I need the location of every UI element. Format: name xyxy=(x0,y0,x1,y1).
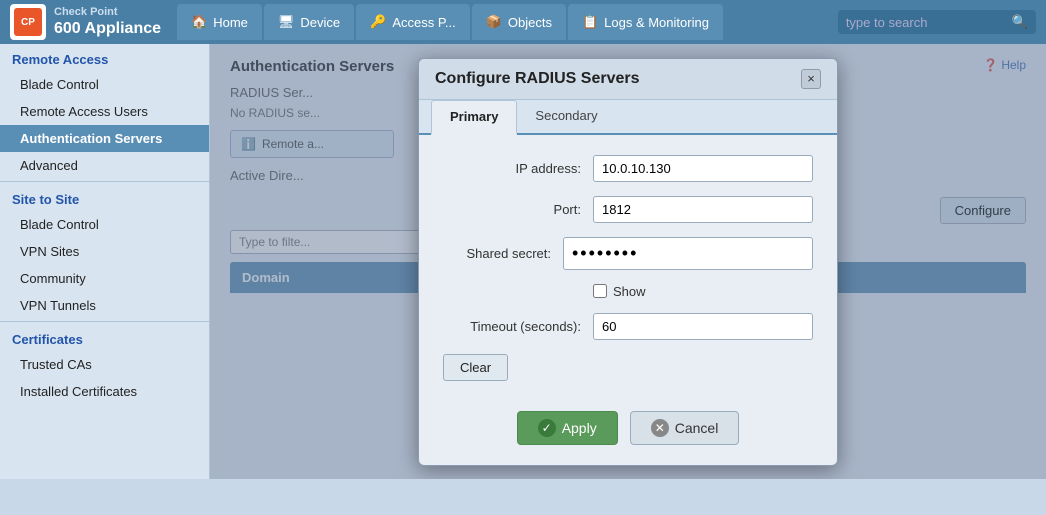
search-input[interactable] xyxy=(846,15,1006,30)
search-bar[interactable]: 🔍 xyxy=(838,10,1036,34)
sidebar-item-community[interactable]: Community xyxy=(0,265,209,292)
apply-label: Apply xyxy=(562,420,597,436)
sidebar-item-blade-control-ra[interactable]: Blade Control xyxy=(0,71,209,98)
apply-check-icon: ✓ xyxy=(538,419,556,437)
sidebar-item-blade-control-sts[interactable]: Blade Control xyxy=(0,211,209,238)
form-row-port: Port: xyxy=(443,196,813,223)
tab-objects[interactable]: 📦 Objects xyxy=(472,4,566,40)
ip-input[interactable] xyxy=(593,155,813,182)
form-row-timeout: Timeout (seconds): xyxy=(443,313,813,340)
sidebar-item-installed-certificates[interactable]: Installed Certificates xyxy=(0,378,209,405)
sidebar-item-vpn-tunnels[interactable]: VPN Tunnels xyxy=(0,292,209,319)
search-icon: 🔍 xyxy=(1012,14,1028,30)
timeout-label: Timeout (seconds): xyxy=(443,319,593,334)
secret-input[interactable] xyxy=(563,237,813,270)
sidebar-item-trusted-cas[interactable]: Trusted CAs xyxy=(0,351,209,378)
nav-tabs: 🏠 Home 🖥 Device 🔑 Access P... 📦 Objects … xyxy=(177,4,723,40)
show-checkbox[interactable] xyxy=(593,284,607,298)
tab-logs[interactable]: 📋 Logs & Monitoring xyxy=(568,4,723,40)
content-area: Authentication Servers RADIUS Ser... No … xyxy=(210,44,1046,479)
sidebar-item-remote-access-users[interactable]: Remote Access Users xyxy=(0,98,209,125)
sidebar-divider-2 xyxy=(0,321,209,322)
modal-body: IP address: Port: Shared secret: Show xyxy=(419,135,837,397)
modal-configure-radius: Configure RADIUS Servers × Primary Secon… xyxy=(418,58,838,466)
sidebar-section-certificates: Certificates xyxy=(0,324,209,351)
port-input[interactable] xyxy=(593,196,813,223)
logo-box: CP xyxy=(10,4,46,40)
logo-icon: CP xyxy=(14,8,42,36)
port-label: Port: xyxy=(443,202,593,217)
cancel-button[interactable]: ✕ Cancel xyxy=(630,411,740,445)
modal-close-button[interactable]: × xyxy=(801,69,821,89)
cancel-x-icon: ✕ xyxy=(651,419,669,437)
tab-home[interactable]: 🏠 Home xyxy=(177,4,262,40)
sidebar: Remote Access Blade Control Remote Acces… xyxy=(0,44,210,479)
timeout-input[interactable] xyxy=(593,313,813,340)
home-icon: 🏠 xyxy=(191,14,207,30)
modal-tab-primary[interactable]: Primary xyxy=(431,100,517,135)
secret-label: Shared secret: xyxy=(443,246,563,261)
show-label: Show xyxy=(613,284,646,299)
modal-footer: ✓ Apply ✕ Cancel xyxy=(419,397,837,465)
top-bar: CP Check Point 600 Appliance 🏠 Home 🖥 De… xyxy=(0,0,1046,44)
sidebar-section-site-to-site[interactable]: Site to Site xyxy=(0,184,209,211)
sidebar-section-remote-access[interactable]: Remote Access xyxy=(0,44,209,71)
sidebar-item-advanced[interactable]: Advanced xyxy=(0,152,209,179)
tab-access[interactable]: 🔑 Access P... xyxy=(356,4,470,40)
form-row-ip: IP address: xyxy=(443,155,813,182)
modal-tabs: Primary Secondary xyxy=(419,100,837,135)
apply-button[interactable]: ✓ Apply xyxy=(517,411,618,445)
ip-label: IP address: xyxy=(443,161,593,176)
show-row: Show xyxy=(593,284,813,299)
logo-area: CP Check Point 600 Appliance xyxy=(10,4,161,40)
modal-header: Configure RADIUS Servers × xyxy=(419,59,837,100)
modal-tab-secondary[interactable]: Secondary xyxy=(517,100,615,135)
sidebar-item-authentication-servers[interactable]: Authentication Servers xyxy=(0,125,209,152)
tab-device[interactable]: 🖥 Device xyxy=(264,4,354,40)
device-icon: 🖥 xyxy=(278,14,295,30)
modal-overlay: Configure RADIUS Servers × Primary Secon… xyxy=(210,44,1046,479)
logs-icon: 📋 xyxy=(582,14,598,30)
objects-icon: 📦 xyxy=(486,14,502,30)
clear-button[interactable]: Clear xyxy=(443,354,508,381)
cancel-label: Cancel xyxy=(675,420,719,436)
access-icon: 🔑 xyxy=(370,14,386,30)
logo-text: Check Point 600 Appliance xyxy=(54,6,161,38)
form-row-secret: Shared secret: xyxy=(443,237,813,270)
main-layout: Remote Access Blade Control Remote Acces… xyxy=(0,44,1046,479)
sidebar-item-vpn-sites[interactable]: VPN Sites xyxy=(0,238,209,265)
sidebar-divider-1 xyxy=(0,181,209,182)
modal-title: Configure RADIUS Servers xyxy=(435,70,640,88)
